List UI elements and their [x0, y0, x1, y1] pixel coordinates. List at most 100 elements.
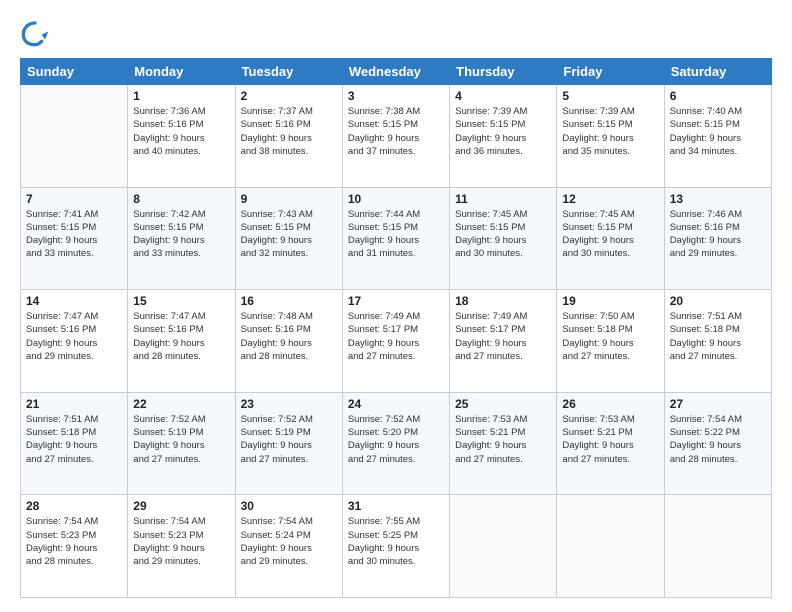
- day-detail: Sunrise: 7:39 AM Sunset: 5:15 PM Dayligh…: [455, 105, 551, 158]
- day-number: 23: [241, 397, 337, 411]
- day-number: 18: [455, 294, 551, 308]
- day-cell: 21 Sunrise: 7:51 AM Sunset: 5:18 PM Dayli…: [21, 392, 128, 495]
- weekday-header-row: SundayMondayTuesdayWednesdayThursdayFrid…: [21, 59, 772, 85]
- day-cell: 2 Sunrise: 7:37 AM Sunset: 5:16 PM Daylig…: [235, 85, 342, 188]
- day-detail: Sunrise: 7:39 AM Sunset: 5:15 PM Dayligh…: [562, 105, 658, 158]
- day-number: 15: [133, 294, 229, 308]
- day-cell: 18 Sunrise: 7:49 AM Sunset: 5:17 PM Dayli…: [450, 290, 557, 393]
- day-detail: Sunrise: 7:45 AM Sunset: 5:15 PM Dayligh…: [455, 208, 551, 261]
- weekday-wednesday: Wednesday: [342, 59, 449, 85]
- weekday-sunday: Sunday: [21, 59, 128, 85]
- day-detail: Sunrise: 7:41 AM Sunset: 5:15 PM Dayligh…: [26, 208, 122, 261]
- calendar-header: SundayMondayTuesdayWednesdayThursdayFrid…: [21, 59, 772, 85]
- day-cell: 26Sunrise: 7:53 AM Sunset: 5:21 PM Dayli…: [557, 392, 664, 495]
- day-number: 29: [133, 499, 229, 513]
- day-number: 31: [348, 499, 444, 513]
- day-cell: 23Sunrise: 7:52 AM Sunset: 5:19 PM Dayli…: [235, 392, 342, 495]
- day-number: 2: [241, 89, 337, 103]
- calendar-table: SundayMondayTuesdayWednesdayThursdayFrid…: [20, 58, 772, 598]
- day-detail: Sunrise: 7:47 AM Sunset: 5:16 PM Dayligh…: [26, 310, 122, 363]
- day-detail: Sunrise: 7:51 AM Sunset: 5:18 PM Dayligh…: [670, 310, 766, 363]
- day-number: 1: [133, 89, 229, 103]
- day-detail: Sunrise: 7:40 AM Sunset: 5:15 PM Dayligh…: [670, 105, 766, 158]
- day-number: 25: [455, 397, 551, 411]
- day-detail: Sunrise: 7:50 AM Sunset: 5:18 PM Dayligh…: [562, 310, 658, 363]
- day-detail: Sunrise: 7:37 AM Sunset: 5:16 PM Dayligh…: [241, 105, 337, 158]
- logo-icon: [20, 18, 50, 48]
- day-number: 30: [241, 499, 337, 513]
- weekday-monday: Monday: [128, 59, 235, 85]
- week-row-3: 21 Sunrise: 7:51 AM Sunset: 5:18 PM Dayli…: [21, 392, 772, 495]
- day-cell: 9 Sunrise: 7:43 AM Sunset: 5:15 PM Daylig…: [235, 187, 342, 290]
- week-row-4: 28 Sunrise: 7:54 AM Sunset: 5:23 PM Dayli…: [21, 495, 772, 598]
- day-number: 21: [26, 397, 122, 411]
- day-cell: [557, 495, 664, 598]
- day-detail: Sunrise: 7:53 AM Sunset: 5:21 PM Dayligh…: [455, 413, 551, 466]
- day-detail: Sunrise: 7:49 AM Sunset: 5:17 PM Dayligh…: [455, 310, 551, 363]
- day-detail: Sunrise: 7:54 AM Sunset: 5:22 PM Dayligh…: [670, 413, 766, 466]
- day-cell: 5 Sunrise: 7:39 AM Sunset: 5:15 PM Daylig…: [557, 85, 664, 188]
- header: [20, 18, 772, 48]
- day-cell: 11 Sunrise: 7:45 AM Sunset: 5:15 PM Dayli…: [450, 187, 557, 290]
- day-cell: 19 Sunrise: 7:50 AM Sunset: 5:18 PM Dayli…: [557, 290, 664, 393]
- day-detail: Sunrise: 7:54 AM Sunset: 5:23 PM Dayligh…: [133, 515, 229, 568]
- weekday-saturday: Saturday: [664, 59, 771, 85]
- day-detail: Sunrise: 7:55 AM Sunset: 5:25 PM Dayligh…: [348, 515, 444, 568]
- day-detail: Sunrise: 7:51 AM Sunset: 5:18 PM Dayligh…: [26, 413, 122, 466]
- day-detail: Sunrise: 7:44 AM Sunset: 5:15 PM Dayligh…: [348, 208, 444, 261]
- day-cell: 17 Sunrise: 7:49 AM Sunset: 5:17 PM Dayli…: [342, 290, 449, 393]
- day-number: 19: [562, 294, 658, 308]
- day-number: 12: [562, 192, 658, 206]
- day-number: 28: [26, 499, 122, 513]
- day-cell: 12 Sunrise: 7:45 AM Sunset: 5:15 PM Dayli…: [557, 187, 664, 290]
- week-row-2: 14 Sunrise: 7:47 AM Sunset: 5:16 PM Dayli…: [21, 290, 772, 393]
- weekday-thursday: Thursday: [450, 59, 557, 85]
- day-cell: 14 Sunrise: 7:47 AM Sunset: 5:16 PM Dayli…: [21, 290, 128, 393]
- day-number: 14: [26, 294, 122, 308]
- day-number: 7: [26, 192, 122, 206]
- day-number: 6: [670, 89, 766, 103]
- day-cell: [21, 85, 128, 188]
- day-detail: Sunrise: 7:45 AM Sunset: 5:15 PM Dayligh…: [562, 208, 658, 261]
- day-cell: 15 Sunrise: 7:47 AM Sunset: 5:16 PM Dayli…: [128, 290, 235, 393]
- day-cell: 1 Sunrise: 7:36 AM Sunset: 5:16 PM Daylig…: [128, 85, 235, 188]
- day-number: 4: [455, 89, 551, 103]
- day-cell: 29 Sunrise: 7:54 AM Sunset: 5:23 PM Dayli…: [128, 495, 235, 598]
- day-cell: 22Sunrise: 7:52 AM Sunset: 5:19 PM Dayli…: [128, 392, 235, 495]
- day-number: 8: [133, 192, 229, 206]
- day-detail: Sunrise: 7:46 AM Sunset: 5:16 PM Dayligh…: [670, 208, 766, 261]
- day-cell: 30Sunrise: 7:54 AM Sunset: 5:24 PM Dayli…: [235, 495, 342, 598]
- day-number: 17: [348, 294, 444, 308]
- logo: [20, 18, 54, 48]
- day-cell: 16Sunrise: 7:48 AM Sunset: 5:16 PM Dayli…: [235, 290, 342, 393]
- day-number: 10: [348, 192, 444, 206]
- day-cell: [664, 495, 771, 598]
- week-row-1: 7 Sunrise: 7:41 AM Sunset: 5:15 PM Daylig…: [21, 187, 772, 290]
- weekday-tuesday: Tuesday: [235, 59, 342, 85]
- day-cell: 28 Sunrise: 7:54 AM Sunset: 5:23 PM Dayli…: [21, 495, 128, 598]
- day-cell: [450, 495, 557, 598]
- weekday-friday: Friday: [557, 59, 664, 85]
- day-detail: Sunrise: 7:42 AM Sunset: 5:15 PM Dayligh…: [133, 208, 229, 261]
- day-detail: Sunrise: 7:36 AM Sunset: 5:16 PM Dayligh…: [133, 105, 229, 158]
- week-row-0: 1 Sunrise: 7:36 AM Sunset: 5:16 PM Daylig…: [21, 85, 772, 188]
- day-number: 11: [455, 192, 551, 206]
- day-detail: Sunrise: 7:54 AM Sunset: 5:23 PM Dayligh…: [26, 515, 122, 568]
- day-cell: 24Sunrise: 7:52 AM Sunset: 5:20 PM Dayli…: [342, 392, 449, 495]
- day-cell: 13 Sunrise: 7:46 AM Sunset: 5:16 PM Dayli…: [664, 187, 771, 290]
- day-cell: 3Sunrise: 7:38 AM Sunset: 5:15 PM Daylig…: [342, 85, 449, 188]
- day-detail: Sunrise: 7:52 AM Sunset: 5:20 PM Dayligh…: [348, 413, 444, 466]
- day-detail: Sunrise: 7:53 AM Sunset: 5:21 PM Dayligh…: [562, 413, 658, 466]
- day-number: 5: [562, 89, 658, 103]
- day-detail: Sunrise: 7:43 AM Sunset: 5:15 PM Dayligh…: [241, 208, 337, 261]
- day-number: 13: [670, 192, 766, 206]
- day-number: 3: [348, 89, 444, 103]
- day-cell: 31 Sunrise: 7:55 AM Sunset: 5:25 PM Dayli…: [342, 495, 449, 598]
- day-number: 9: [241, 192, 337, 206]
- day-detail: Sunrise: 7:47 AM Sunset: 5:16 PM Dayligh…: [133, 310, 229, 363]
- day-cell: 6 Sunrise: 7:40 AM Sunset: 5:15 PM Daylig…: [664, 85, 771, 188]
- day-cell: 4 Sunrise: 7:39 AM Sunset: 5:15 PM Daylig…: [450, 85, 557, 188]
- day-detail: Sunrise: 7:49 AM Sunset: 5:17 PM Dayligh…: [348, 310, 444, 363]
- day-detail: Sunrise: 7:48 AM Sunset: 5:16 PM Dayligh…: [241, 310, 337, 363]
- day-number: 20: [670, 294, 766, 308]
